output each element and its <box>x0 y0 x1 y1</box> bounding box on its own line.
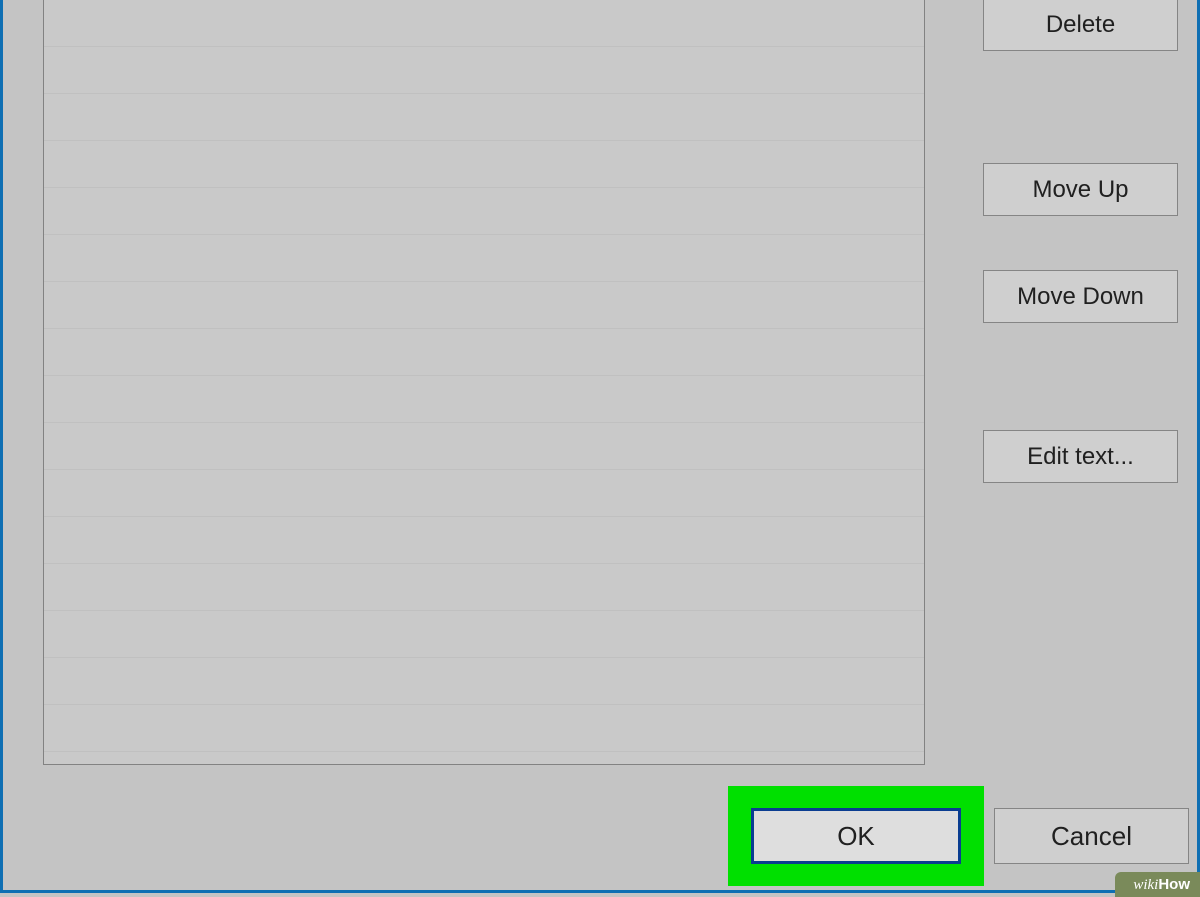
list-row <box>44 470 924 517</box>
list-row <box>44 658 924 705</box>
cancel-button[interactable]: Cancel <box>994 808 1189 864</box>
list-row <box>44 517 924 564</box>
watermark-suffix: How <box>1158 876 1190 893</box>
ok-highlight-annotation: OK <box>728 786 984 886</box>
list-row <box>44 423 924 470</box>
list-row <box>44 141 924 188</box>
list-row <box>44 94 924 141</box>
list-row <box>44 0 924 47</box>
list-row <box>44 376 924 423</box>
watermark-prefix: wiki <box>1133 877 1158 893</box>
dialog-window: Delete Move Up Move Down Edit text... OK… <box>0 0 1200 893</box>
list-row <box>44 235 924 282</box>
move-up-button[interactable]: Move Up <box>983 163 1178 216</box>
wikihow-watermark: wikiHow <box>1115 872 1200 897</box>
list-row <box>44 188 924 235</box>
move-down-button[interactable]: Move Down <box>983 270 1178 323</box>
list-row <box>44 47 924 94</box>
list-row <box>44 705 924 752</box>
list-row <box>44 611 924 658</box>
ok-button[interactable]: OK <box>751 808 961 864</box>
list-row <box>44 564 924 611</box>
delete-button[interactable]: Delete <box>983 0 1178 51</box>
list-row <box>44 282 924 329</box>
edit-text-button[interactable]: Edit text... <box>983 430 1178 483</box>
list-row <box>44 329 924 376</box>
items-listbox[interactable] <box>43 0 925 765</box>
